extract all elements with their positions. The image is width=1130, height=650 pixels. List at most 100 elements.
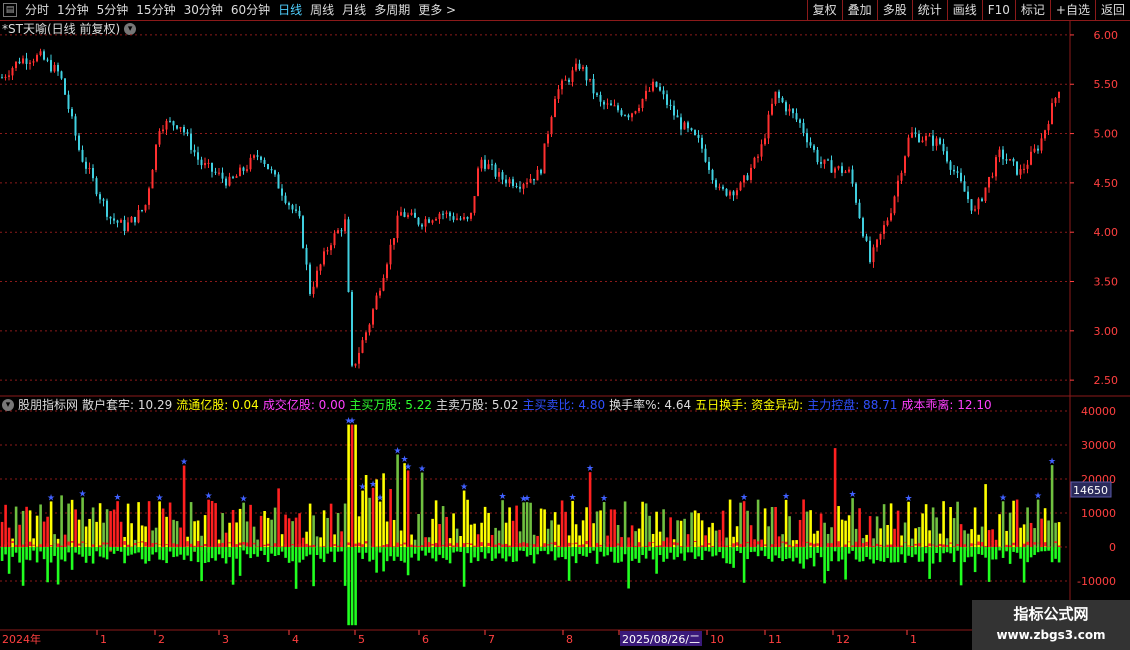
volume-sell-bar <box>501 547 504 559</box>
candle-body <box>71 108 73 117</box>
candle-body <box>501 172 504 180</box>
volume-buy-bar <box>147 501 151 547</box>
volume-sell-bar <box>532 547 536 564</box>
volume-buy-bar <box>158 501 161 547</box>
volume-buy-bar <box>921 513 924 547</box>
candle-body <box>942 143 945 152</box>
volume-sell-bar <box>812 547 816 567</box>
candle-body <box>974 209 976 211</box>
candle-body <box>977 198 980 210</box>
volume-buy-bar <box>116 501 119 547</box>
volume-mid-bar <box>301 542 305 547</box>
candle-body <box>162 129 164 132</box>
volume-sell-bar <box>655 547 658 574</box>
volume-sell-bar <box>102 547 105 558</box>
signal-star: ★ <box>1034 492 1042 502</box>
volume-sell-bar <box>203 547 207 563</box>
volume-sell-bar <box>777 547 781 559</box>
candle-body <box>256 155 259 157</box>
volume-sell-bar <box>46 547 49 583</box>
candle-body <box>610 103 612 106</box>
volume-sell-bar <box>711 547 714 557</box>
candle-body <box>116 220 119 223</box>
volume-sell-bar <box>641 547 644 556</box>
volume-buy-bar <box>525 502 529 547</box>
volume-buy-bar <box>182 465 186 547</box>
volume-buy-bar <box>949 507 952 547</box>
volume-buy-bar <box>697 513 700 547</box>
volume-buy-bar <box>417 514 420 547</box>
volume-sell-bar <box>865 547 868 557</box>
volume-highlight-value: 14650 <box>1073 484 1108 497</box>
volume-mid-bar <box>704 541 707 548</box>
candle-body <box>218 172 220 174</box>
volume-sell-bar <box>935 547 938 554</box>
indicator-menu-icon[interactable]: ▾ <box>2 399 14 411</box>
volume-mid-bar <box>746 541 749 544</box>
volume-mid-bar <box>1026 541 1029 546</box>
volume-buy-bar <box>294 517 298 547</box>
candle-body <box>263 159 266 165</box>
volume-sell-bar <box>39 547 42 552</box>
volume-sell-bar <box>434 547 438 562</box>
volume-sell-bar <box>287 547 291 563</box>
candle-body <box>46 59 49 61</box>
candle-body <box>890 213 892 221</box>
volume-buy-bar <box>35 515 39 547</box>
candle-body <box>753 157 756 168</box>
candle-body <box>855 183 857 203</box>
volume-buy-bar <box>774 506 777 547</box>
signal-star: ★ <box>114 493 122 503</box>
candle-body <box>767 114 770 139</box>
volume-sell-bar <box>81 547 84 557</box>
candle-body <box>109 216 112 219</box>
volume-mid-bar <box>735 542 739 546</box>
candle-body <box>340 230 343 232</box>
volume-sell-bar <box>942 547 945 554</box>
indicator-item-7: 五日换手: <box>695 398 748 412</box>
volume-mid-bar <box>630 542 634 546</box>
volume-buy-bar <box>879 528 882 547</box>
volume-buy-bar <box>221 513 224 547</box>
volume-mid-bar <box>662 541 665 547</box>
volume-sell-bar <box>333 547 336 563</box>
volume-buy-bar <box>1036 499 1040 547</box>
volume-mid-bar <box>277 544 280 546</box>
volume-sell-bar <box>182 547 186 560</box>
kline-chart[interactable]: 6.00 5.50 5.00 4.50 4.00 3.50 3.00 2.50 40000 300… <box>0 0 1130 650</box>
volume-buy-bar <box>1012 500 1015 547</box>
volume-buy-bar <box>1001 501 1005 547</box>
candle-body <box>284 195 287 203</box>
volume-sell-bar <box>658 547 662 555</box>
candle-body <box>904 156 906 173</box>
date-tick: 10 <box>710 633 724 646</box>
volume-buy-bar <box>98 503 102 547</box>
volume-buy-bar <box>424 537 427 547</box>
volume-mid-bar <box>812 543 816 547</box>
candle-body <box>547 134 549 144</box>
volume-buy-bar <box>273 507 277 547</box>
volume-mid-bar <box>571 543 574 545</box>
candle-body <box>669 104 672 106</box>
volume-buy-bar <box>522 502 525 547</box>
candle-body <box>900 172 903 181</box>
candle-body <box>365 332 367 341</box>
candle-body <box>645 90 647 99</box>
volume-sell-bar <box>494 547 497 559</box>
signal-star: ★ <box>569 493 577 503</box>
volume-mid-bar <box>588 542 592 544</box>
candle-body <box>970 199 973 211</box>
candle-body <box>914 132 917 134</box>
volume-sell-bar <box>336 547 340 552</box>
volume-sell-bar <box>196 547 200 563</box>
volume-sell-bar <box>67 547 70 553</box>
candle-body <box>50 60 52 72</box>
indicator-item-6: 换手率%: 4.64 <box>609 398 692 412</box>
volume-buy-bar <box>998 514 1001 547</box>
volume-mid-bar <box>252 542 256 545</box>
volume-buy-bar <box>823 522 826 547</box>
candle-body <box>323 251 325 265</box>
candle-body <box>477 168 479 197</box>
candle-body <box>333 233 336 246</box>
volume-sell-bar <box>95 547 98 552</box>
